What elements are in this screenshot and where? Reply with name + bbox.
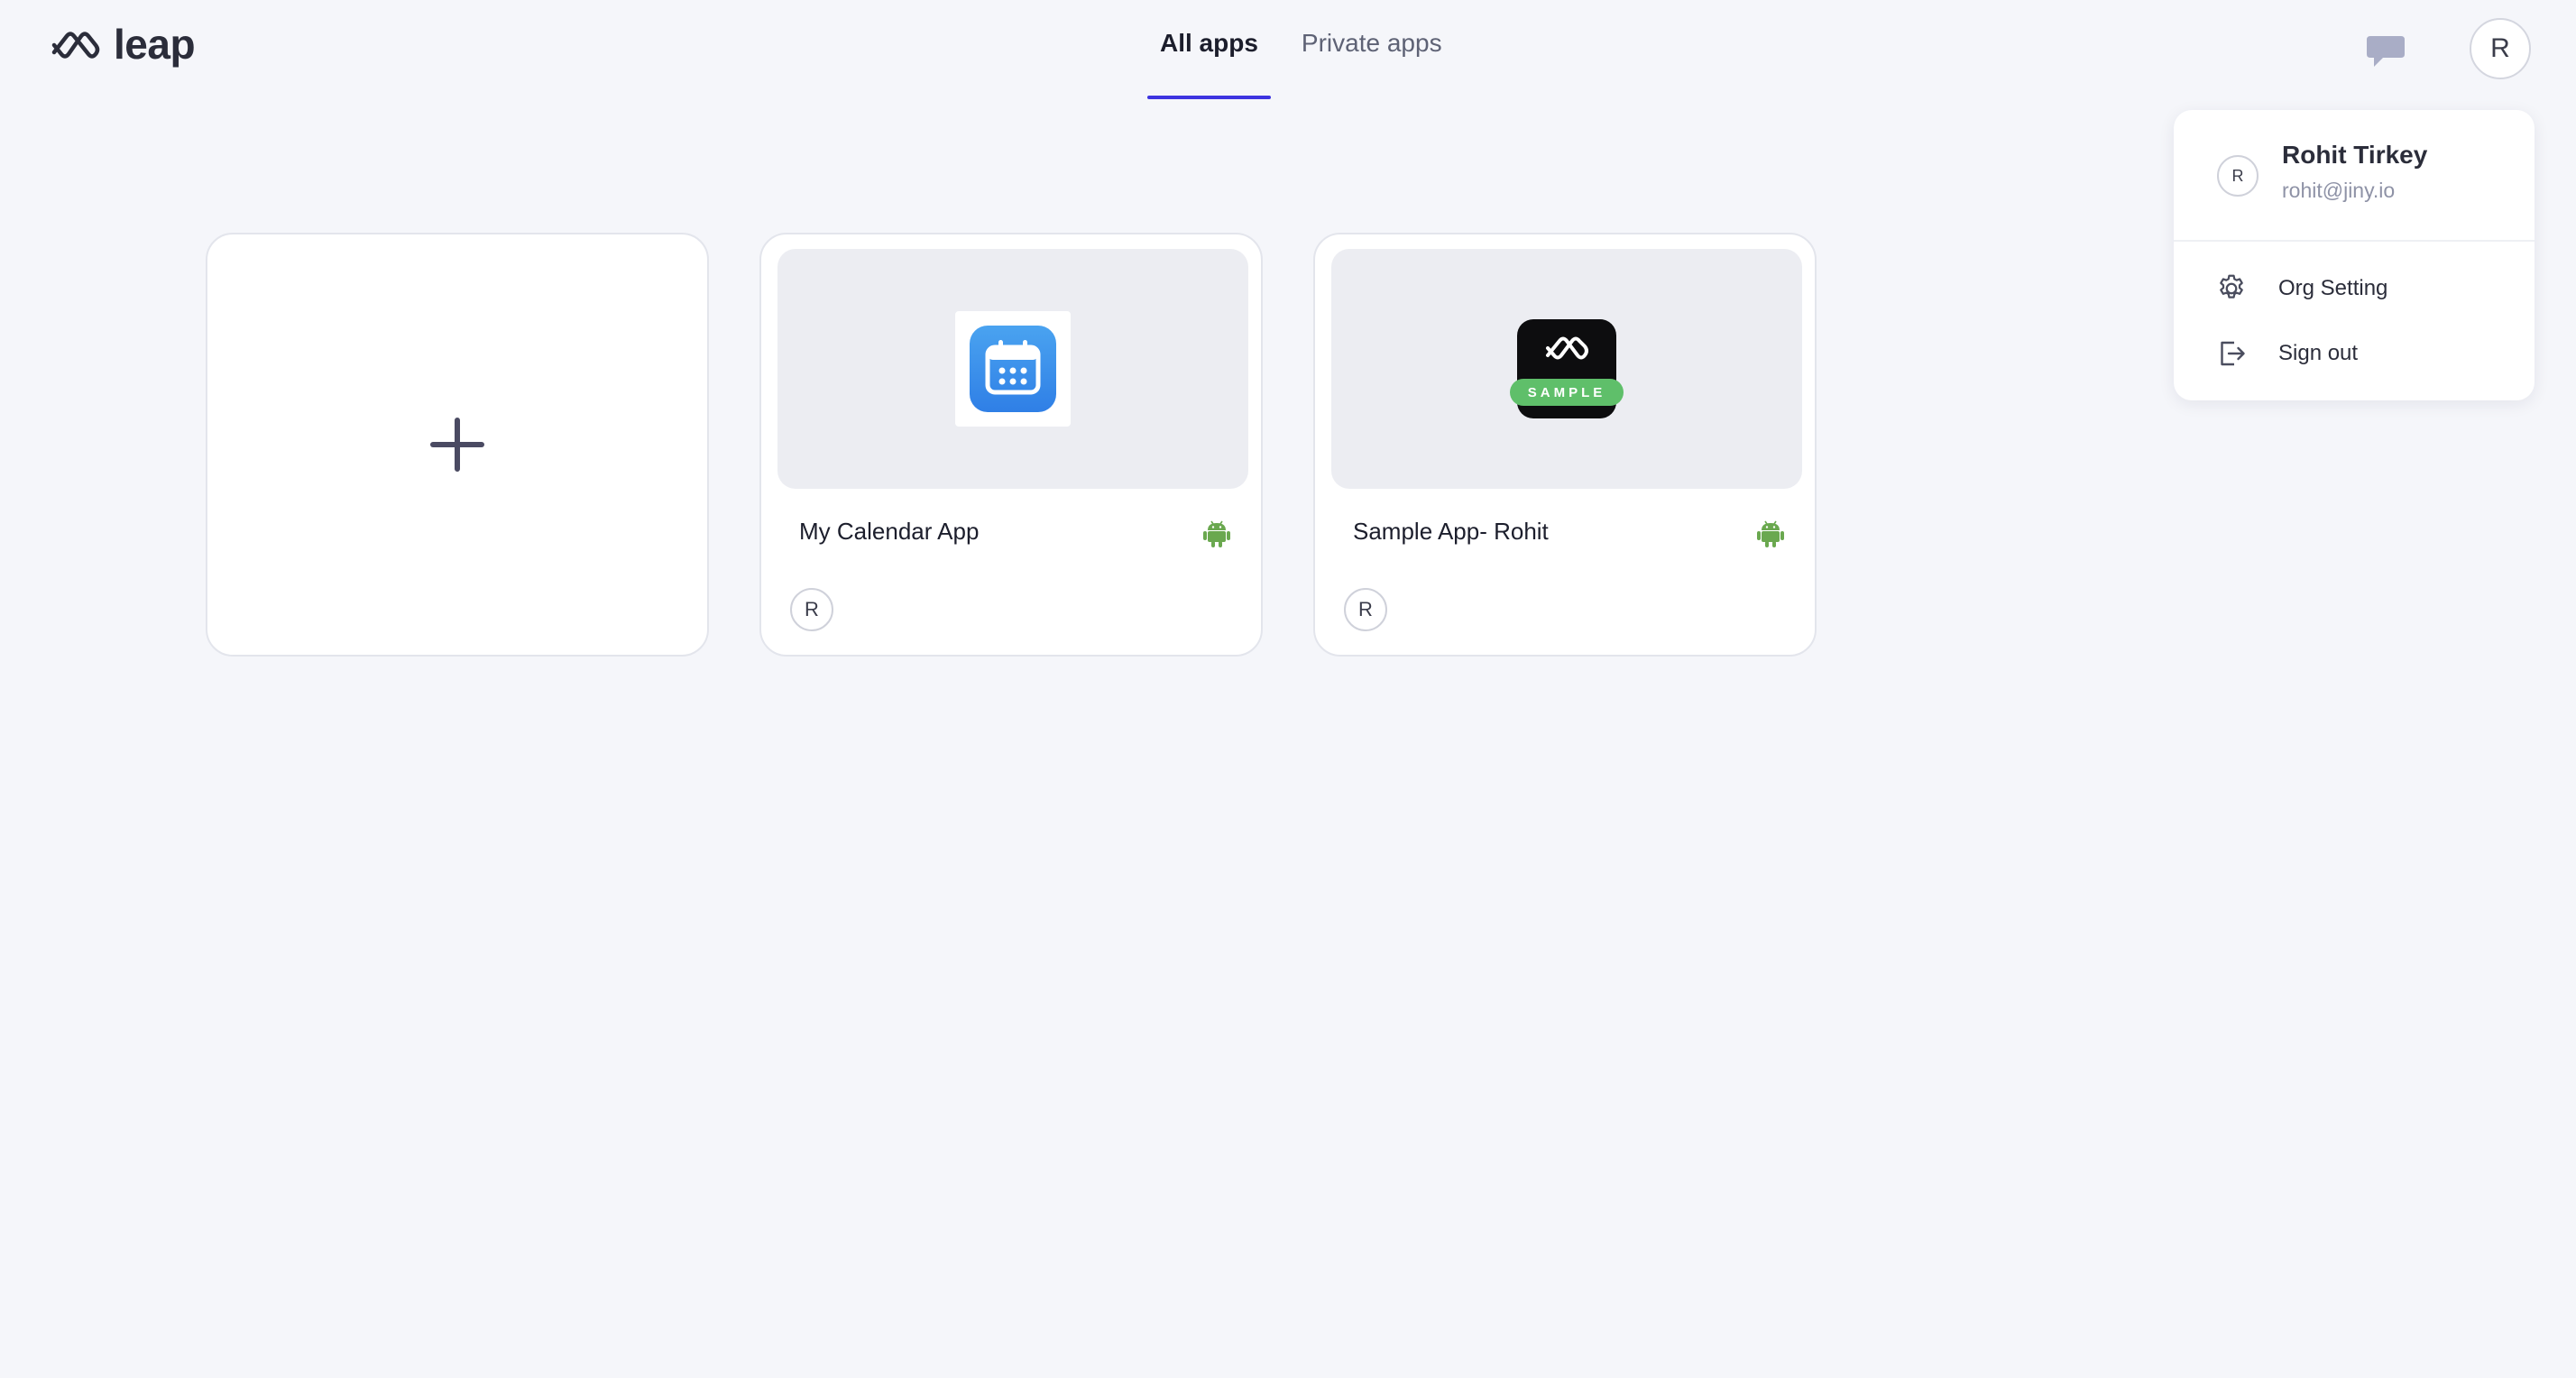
leap-logo[interactable]: leap: [49, 20, 196, 69]
user-profile: R Rohit Tirkey rohit@jiny.io: [2174, 110, 2535, 242]
org-setting-label: Org Setting: [2278, 276, 2388, 300]
app-icon-frame: [955, 311, 1071, 427]
tab-all-apps[interactable]: All apps: [1147, 0, 1271, 99]
sample-badge: SAMPLE: [1510, 379, 1624, 406]
user-menu: R Rohit Tirkey rohit@jiny.io Org Setting…: [2174, 110, 2535, 400]
leap-mark-icon: [1546, 336, 1588, 360]
sign-out-label: Sign out: [2278, 341, 2359, 365]
brand-name: leap: [114, 21, 196, 68]
avatar: R: [2217, 155, 2259, 197]
gear-icon: [2220, 274, 2243, 299]
app-card[interactable]: My Calendar App R: [759, 233, 1263, 657]
plus-icon: [430, 418, 484, 472]
tab-private-apps[interactable]: Private apps: [1289, 0, 1455, 99]
owner-avatar: R: [1344, 588, 1387, 631]
app-name: My Calendar App: [799, 518, 980, 545]
chat-bubble-icon[interactable]: [2365, 32, 2406, 70]
app-card[interactable]: SAMPLE Sample App- Rohit R: [1313, 233, 1817, 657]
leap-logo-icon: [51, 32, 100, 59]
user-name: Rohit Tirkey: [2282, 141, 2428, 169]
owner-avatar: R: [790, 588, 833, 631]
app-thumbnail: SAMPLE: [1331, 249, 1802, 489]
app-thumbnail: [777, 249, 1248, 489]
org-setting-item[interactable]: Org Setting: [2174, 262, 2535, 316]
sign-out-item[interactable]: Sign out: [2174, 326, 2535, 381]
app-tabs: All apps Private apps: [1147, 0, 1473, 99]
create-app-card[interactable]: [206, 233, 709, 657]
sign-out-icon: [2221, 341, 2245, 366]
user-avatar-button[interactable]: R: [2470, 18, 2531, 79]
user-email: rohit@jiny.io: [2282, 179, 2396, 202]
android-icon: [1757, 520, 1784, 547]
leap-sample-icon: SAMPLE: [1510, 319, 1624, 418]
app-name: Sample App- Rohit: [1353, 518, 1549, 545]
calendar-icon: [970, 326, 1056, 412]
android-icon: [1203, 520, 1230, 547]
